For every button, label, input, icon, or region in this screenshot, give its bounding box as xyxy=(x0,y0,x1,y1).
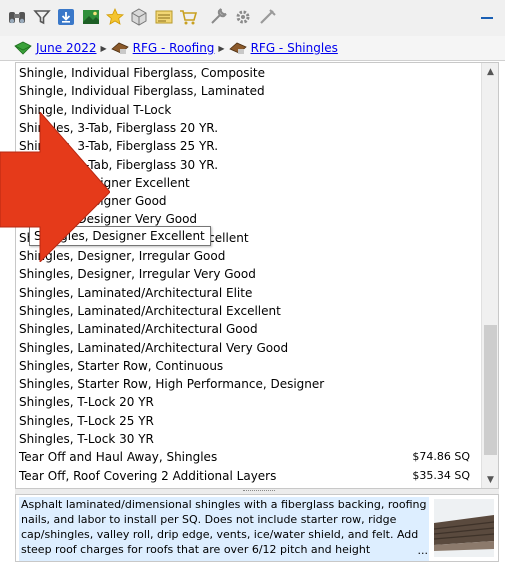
list-item-label: Shingles, Starter Row, High Performance,… xyxy=(19,377,325,392)
list-item-label: Shingles, T-Lock 20 YR xyxy=(19,395,154,410)
list-item-label: Shingles, Laminated/Architectural Good xyxy=(19,322,258,337)
list-item[interactable]: Shingles, Laminated/Architectural Very G… xyxy=(16,339,482,357)
red-arrow-icon xyxy=(0,112,110,262)
download-icon[interactable] xyxy=(55,6,77,28)
breadcrumb-separator: ▶ xyxy=(100,43,107,53)
price-list-icon xyxy=(14,41,32,55)
list-item[interactable]: Shingles, Laminated/Architectural Good xyxy=(16,320,482,338)
splitter-grip[interactable] xyxy=(243,490,275,492)
scroll-thumb[interactable] xyxy=(484,325,497,455)
tools-icon[interactable] xyxy=(207,6,229,28)
list-item-label: Shingles, T-Lock 30 YR xyxy=(19,432,154,446)
list-item-label: Shingles, Laminated/Architectural Excell… xyxy=(19,303,281,318)
list-item-label: Shingles, T-Lock 25 YR xyxy=(19,413,154,428)
list-item-price: $35.34 SQ xyxy=(412,468,470,482)
list-icon[interactable] xyxy=(153,6,175,28)
breadcrumb-shingles[interactable]: RFG - Shingles xyxy=(251,41,338,55)
cube-icon[interactable] xyxy=(128,6,150,28)
list-item-label: Shingles, Starter Row, Continuous xyxy=(19,358,224,373)
list-item-label: Shingles, Designer, Irregular Very Good xyxy=(19,267,256,282)
toolbar xyxy=(0,0,505,36)
breadcrumb: June 2022 ▶ RFG - Roofing ▶ RFG - Shingl… xyxy=(0,36,505,61)
description-text: Asphalt laminated/dimensional shingles w… xyxy=(19,497,429,561)
list-item[interactable]: Shingles, T-Lock 20 YR xyxy=(16,393,482,411)
list-item-label: Shingle, Individual Fiberglass, Laminate… xyxy=(19,84,265,99)
description-panel: Asphalt laminated/dimensional shingles w… xyxy=(15,494,499,562)
star-icon[interactable] xyxy=(104,6,126,28)
scroll-up-icon[interactable]: ▲ xyxy=(482,63,498,80)
scroll-down-icon[interactable]: ▼ xyxy=(482,471,498,488)
shingle-roof-thumbnail xyxy=(434,499,494,557)
check-icon[interactable] xyxy=(257,6,279,28)
list-item[interactable]: Shingles, T-Lock 25 YR xyxy=(16,412,482,430)
roof-icon xyxy=(228,41,247,55)
gear-icon[interactable] xyxy=(232,6,254,28)
cart-icon[interactable] xyxy=(177,6,199,28)
list-item[interactable]: Shingles, T-Lock 30 YR xyxy=(16,430,482,448)
list-item[interactable]: Tear Off and Haul Away, Shingles $74.86 S… xyxy=(16,448,482,466)
list-item[interactable]: Shingle, Individual Fiberglass, Laminate… xyxy=(16,82,482,100)
minimize-button[interactable] xyxy=(479,8,495,22)
breadcrumb-separator: ▶ xyxy=(218,43,225,53)
list-item[interactable]: Tear Off, Roof Covering 2 Additional Lay… xyxy=(16,467,482,485)
list-item[interactable]: Shingles, Laminated/Architectural Excell… xyxy=(16,302,482,320)
filter-icon[interactable] xyxy=(31,6,53,28)
list-item-label: Tear Off and Haul Away, Shingles xyxy=(19,450,218,465)
list-item-label: Shingles, Laminated/Architectural Very G… xyxy=(19,340,289,355)
roof-icon xyxy=(110,41,129,55)
list-item-label: Shingle, Individual Fiberglass, Composit… xyxy=(19,66,265,80)
list-item[interactable]: Shingles, Starter Row, High Performance,… xyxy=(16,375,482,393)
image-icon[interactable] xyxy=(80,6,102,28)
breadcrumb-price-list[interactable]: June 2022 xyxy=(36,41,97,55)
vertical-scrollbar[interactable]: ▲ ▼ xyxy=(481,63,498,488)
list-item[interactable]: Shingle, Individual Fiberglass, Composit… xyxy=(16,64,482,82)
list-item[interactable]: Shingles, Designer, Irregular Very Good xyxy=(16,265,482,283)
list-item-label: Shingles, Laminated/Architectural Elite xyxy=(19,285,253,300)
list-item-label: Tear Off, Roof Covering 2 Additional Lay… xyxy=(19,468,277,483)
list-item-price: $74.86 SQ xyxy=(412,450,470,464)
breadcrumb-roofing[interactable]: RFG - Roofing xyxy=(133,41,215,55)
binoculars-icon[interactable] xyxy=(6,6,28,28)
description-more[interactable]: ... xyxy=(418,544,429,557)
list-item[interactable]: Shingles, Laminated/Architectural Elite xyxy=(16,284,482,302)
list-item[interactable]: Shingles, Starter Row, Continuous xyxy=(16,357,482,375)
